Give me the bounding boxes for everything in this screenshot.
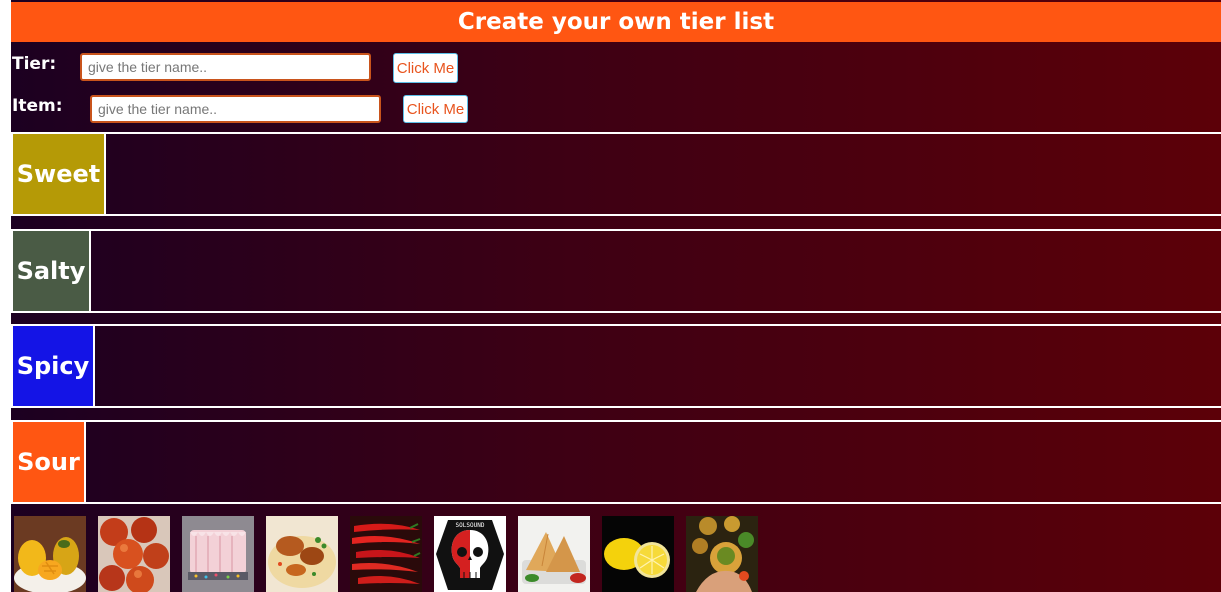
item-pool: SOLSOUND <box>14 514 774 592</box>
item-label: Item: <box>12 96 63 116</box>
item-biryani[interactable] <box>266 516 338 592</box>
item-skull-poster[interactable]: SOLSOUND <box>434 516 506 592</box>
item-gulab-jamun[interactable] <box>98 516 170 592</box>
tier-label-salty: Salty <box>13 231 91 311</box>
pani-puri-image <box>686 516 758 592</box>
item-cake[interactable] <box>182 516 254 592</box>
tier-list-page: Create your own tier list Tier: Click Me… <box>11 0 1221 592</box>
tier-drop-zone-spicy[interactable] <box>95 326 1221 406</box>
item-name-input[interactable] <box>90 95 381 123</box>
tier-name-input[interactable] <box>80 53 371 81</box>
item-pani-puri[interactable] <box>686 516 758 592</box>
skull-poster-caption: SOLSOUND <box>456 522 485 529</box>
tier-drop-zone-sweet[interactable] <box>106 134 1221 214</box>
tier-label-spicy: Spicy <box>13 326 95 406</box>
tier-row-salty: Salty <box>11 229 1221 313</box>
tier-label-sour: Sour <box>13 422 86 502</box>
chili-peppers-image <box>350 516 422 592</box>
tier-label-sweet: Sweet <box>13 134 106 214</box>
cake-image <box>182 516 254 592</box>
item-form: Item: Click Me <box>11 92 481 123</box>
skull-poster-image: SOLSOUND <box>434 516 506 592</box>
tier-form: Tier: Click Me <box>11 50 471 83</box>
tier-drop-zone-salty[interactable] <box>91 231 1221 311</box>
biryani-image <box>266 516 338 592</box>
tier-drop-zone-sour[interactable] <box>86 422 1221 502</box>
page-title: Create your own tier list <box>11 2 1221 42</box>
left-margin <box>0 0 11 592</box>
item-samosa[interactable] <box>518 516 590 592</box>
mango-image <box>14 516 86 592</box>
tier-row-sweet: Sweet <box>11 132 1221 216</box>
samosa-image <box>518 516 590 592</box>
item-mango[interactable] <box>14 516 86 592</box>
tier-row-spicy: Spicy <box>11 324 1221 408</box>
item-lemon[interactable] <box>602 516 674 592</box>
lemon-image <box>602 516 674 592</box>
item-chili-peppers[interactable] <box>350 516 422 592</box>
tier-label: Tier: <box>12 54 57 74</box>
tier-row-sour: Sour <box>11 420 1221 504</box>
add-tier-button[interactable]: Click Me <box>393 53 458 83</box>
add-item-button[interactable]: Click Me <box>403 95 468 123</box>
gulab-jamun-image <box>98 516 170 592</box>
